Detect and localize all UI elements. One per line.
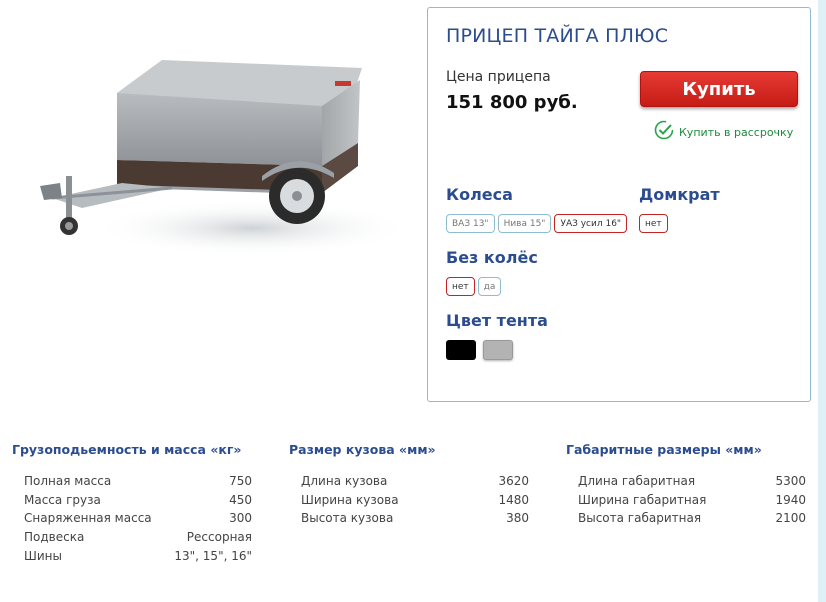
checkmark-circle-icon [654, 120, 674, 144]
no-wheels-option-yes[interactable]: да [477, 277, 502, 296]
jack-options: нет [639, 214, 668, 233]
spec-name: Высота габаритная [578, 511, 702, 526]
spec-row: Подвеска Рессорная [12, 530, 262, 549]
page-edge [818, 0, 826, 602]
wheels-label: Колеса [446, 185, 513, 204]
spec-capacity-section: Грузоподьемность и масса «кг» Полная мас… [12, 442, 262, 567]
spec-row: Шины 13", 15", 16" [12, 549, 262, 568]
jack-option-no[interactable]: нет [639, 214, 668, 233]
spec-name: Высота кузова [301, 511, 394, 526]
spec-value: 300 [229, 511, 252, 526]
spec-name: Подвеска [24, 530, 85, 545]
spec-value: 5300 [775, 474, 806, 488]
tent-color-gray-swatch[interactable] [483, 340, 513, 360]
product-image[interactable] [22, 48, 412, 263]
product-title: ПРИЦЕП ТАЙГА ПЛЮС [446, 25, 669, 47]
trailer-illustration [40, 60, 412, 256]
spec-value: 3620 [498, 474, 529, 488]
spec-name: Длина габаритная [578, 474, 696, 488]
price-value: 151 800 руб. [446, 92, 578, 113]
spec-overall-size-section: Габаритные размеры «мм» Длина габаритная… [566, 442, 816, 530]
product-info-panel: ПРИЦЕП ТАЙГА ПЛЮС Цена прицепа 151 800 р… [427, 7, 811, 402]
spec-body-size-heading: Размер кузова «мм» [289, 442, 436, 457]
spec-row: Ширина габаритная 1940 [566, 493, 816, 512]
spec-value: 1940 [775, 492, 806, 507]
jack-label: Домкрат [639, 185, 720, 204]
wheels-options: ВАЗ 13" Нива 15" УАЗ усил 16" [446, 214, 628, 233]
spec-row: Масса груза 450 [12, 493, 262, 512]
spec-value: 750 [229, 474, 252, 488]
spec-value: Рессорная [186, 530, 252, 545]
spec-row: Высота кузова 380 [289, 511, 539, 530]
spec-row: Длина кузова 3620 [289, 474, 539, 493]
spec-capacity-heading: Грузоподьемность и масса «кг» [12, 442, 242, 457]
spec-name: Длина кузова [301, 474, 388, 488]
tent-color-options [446, 340, 513, 360]
installment-link[interactable]: Купить в рассрочку [654, 120, 793, 144]
price-label: Цена прицепа [446, 69, 551, 85]
tent-color-label: Цвет тента [446, 311, 548, 330]
spec-name: Шины [24, 548, 62, 563]
no-wheels-options: нет да [446, 277, 502, 296]
spec-value: 450 [229, 492, 252, 507]
spec-value: 380 [506, 511, 529, 526]
spec-value: 1480 [498, 492, 529, 507]
tent-color-black-swatch[interactable] [446, 340, 476, 360]
spec-body-size-section: Размер кузова «мм» Длина кузова 3620 Шири… [289, 442, 539, 530]
buy-button[interactable]: Купить [640, 71, 798, 107]
no-wheels-option-no[interactable]: нет [446, 277, 475, 296]
wheels-option-niva15[interactable]: Нива 15" [497, 214, 552, 233]
spec-name: Снаряженная масса [24, 511, 152, 526]
spec-name: Ширина габаритная [578, 492, 707, 507]
spec-value: 2100 [775, 511, 806, 526]
spec-value: 13", 15", 16" [174, 548, 252, 563]
spec-row: Высота габаритная 2100 [566, 511, 816, 530]
installment-label: Купить в рассрочку [679, 125, 794, 139]
spec-name: Масса груза [24, 492, 101, 507]
spec-row: Полная масса 750 [12, 474, 262, 493]
spec-overall-size-heading: Габаритные размеры «мм» [566, 442, 762, 457]
spec-name: Полная масса [24, 474, 112, 488]
spec-name: Ширина кузова [301, 492, 399, 507]
spec-row: Снаряженная масса 300 [12, 511, 262, 530]
wheels-option-vaz13[interactable]: ВАЗ 13" [446, 214, 495, 233]
wheels-option-uaz16[interactable]: УАЗ усил 16" [554, 214, 628, 233]
spec-row: Длина габаритная 5300 [566, 474, 816, 493]
spec-row: Ширина кузова 1480 [289, 493, 539, 512]
no-wheels-label: Без колёс [446, 248, 538, 267]
